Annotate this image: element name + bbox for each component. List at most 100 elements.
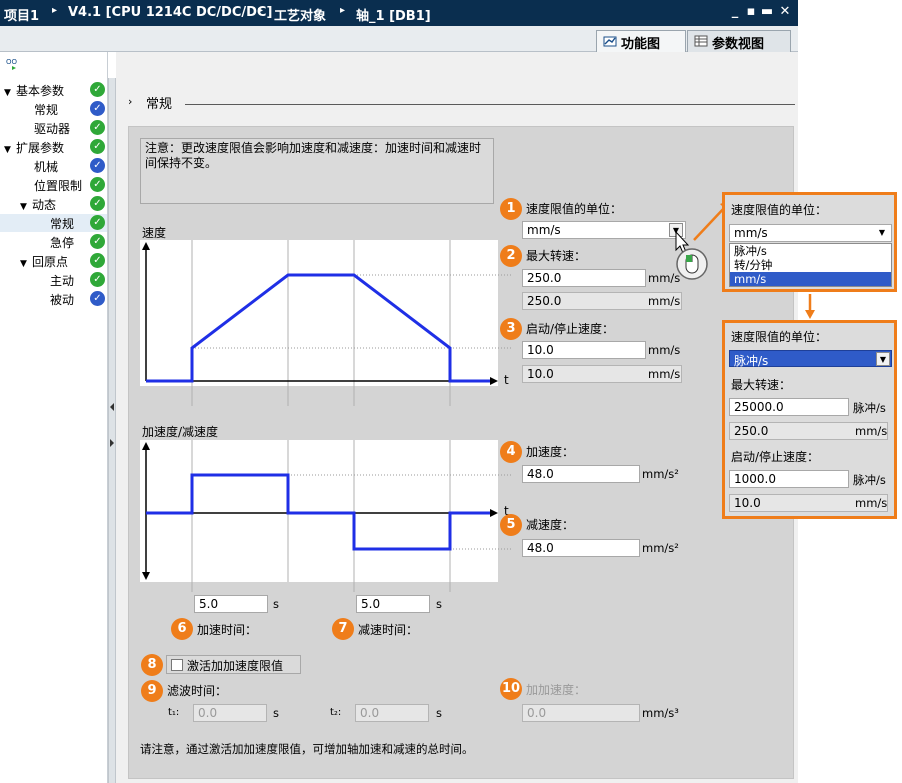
- start-stop-speed-label: 启动/停止速度：: [526, 322, 615, 336]
- badge-6: 6: [171, 618, 193, 640]
- tree-item[interactable]: 被动 ✓: [0, 290, 107, 308]
- tree-item-label: 基本参数: [16, 84, 65, 98]
- close-icon[interactable]: ✕: [778, 4, 792, 20]
- filter-time-label: 滤波时间：: [167, 684, 228, 698]
- deceleration-input[interactable]: 48.0: [522, 539, 640, 557]
- status-check-green-icon: ✓: [90, 177, 105, 192]
- callout1-unit-select[interactable]: mm/s: [729, 224, 892, 242]
- function-view-icon: [603, 36, 617, 47]
- callout2-dropdown-arrow-icon[interactable]: ▼: [876, 352, 890, 366]
- max-speed-input[interactable]: 250.0: [522, 269, 646, 287]
- maximize-icon[interactable]: ▬: [760, 4, 774, 20]
- badge-4: 4: [500, 441, 522, 463]
- status-check-blue-icon: ✓: [90, 158, 105, 173]
- acceleration-input[interactable]: 48.0: [522, 465, 640, 483]
- badge-3: 3: [500, 318, 522, 340]
- badge-1: 1: [500, 198, 522, 220]
- status-check-green-icon: ✓: [90, 272, 105, 287]
- t2-label: t₂:: [330, 707, 342, 718]
- deceleration-time-label: 减速时间：: [358, 623, 419, 637]
- breadcrumb-cpu[interactable]: V4.1 [CPU 1214C DC/DC/DC]: [68, 5, 272, 20]
- jerk-checkbox[interactable]: [171, 659, 183, 671]
- callout2-start-stop-readonly-unit: mm/s: [855, 496, 888, 510]
- callout2-start-stop-label: 启动/停止速度：: [731, 450, 820, 464]
- breadcrumb-separator-icon: ▸: [340, 5, 346, 16]
- tree-item-label: 位置限制: [34, 179, 83, 193]
- t1-unit: s: [273, 706, 279, 720]
- callout2-unit-label: 速度限值的单位：: [731, 330, 828, 344]
- title-bar: 项目1 ▸ V4.1 [CPU 1214C DC/DC/DC] ▸ 工艺对象 ▸…: [0, 0, 798, 26]
- accel-chart-ylabel: 加速度/减速度: [142, 425, 219, 439]
- start-stop-speed-readonly-unit: mm/s: [648, 367, 681, 381]
- breadcrumb-separator-icon: ▸: [52, 5, 58, 16]
- panel-splitter[interactable]: [108, 78, 116, 783]
- tree-item[interactable]: 急停 ✓: [0, 233, 107, 251]
- tree-item-label: 动态: [32, 198, 57, 212]
- status-check-green-icon: ✓: [90, 215, 105, 230]
- max-speed-readonly-value: 250.0: [527, 294, 562, 308]
- unit-select[interactable]: mm/s: [522, 221, 686, 239]
- start-stop-speed-input[interactable]: 10.0: [522, 341, 646, 359]
- section-expand-icon[interactable]: ›: [128, 95, 132, 108]
- speed-profile-chart: [140, 240, 512, 406]
- jerk-checkbox-group[interactable]: 激活加加速度限值: [166, 655, 301, 674]
- tree-item[interactable]: ▼ 基本参数 ✓: [0, 81, 107, 99]
- splitter-arrows-icon[interactable]: [109, 403, 115, 463]
- t1-label: t₁:: [168, 707, 180, 718]
- breadcrumb-axis[interactable]: 轴_1 [DB1]: [356, 5, 431, 24]
- status-check-green-icon: ✓: [90, 139, 105, 154]
- callout1-unit-select-value: mm/s: [734, 226, 768, 240]
- callout2-start-stop-unit: 脉冲/s: [853, 473, 886, 487]
- acceleration-label: 加速度：: [526, 445, 575, 459]
- unit-option[interactable]: 转/分钟: [730, 258, 891, 272]
- badge-10: 10: [500, 678, 522, 700]
- jerk-checkbox-label: 激活加加速度限值: [187, 659, 284, 673]
- speed-chart-ylabel: 速度: [142, 226, 167, 240]
- tree-toolbar-icon[interactable]: OO: [6, 56, 22, 72]
- callout2-max-speed-readonly-value: 250.0: [734, 424, 769, 438]
- acceleration-time-input[interactable]: 5.0: [194, 595, 268, 613]
- tree-item[interactable]: ▼ 动态 ✓: [0, 195, 107, 213]
- callout2-max-speed-input[interactable]: 25000.0: [729, 398, 849, 416]
- tree-item-label: 回原点: [32, 255, 69, 269]
- callout2-unit-select[interactable]: 脉冲/s: [729, 350, 892, 368]
- tree-item-label: 机械: [34, 160, 59, 174]
- callout1-dropdown-arrow-icon[interactable]: ▼: [875, 226, 889, 240]
- footer-note: 请注意，通过激活加加速度限值，可增加轴加速和减速的总时间。: [140, 742, 474, 756]
- status-check-blue-icon: ✓: [90, 291, 105, 306]
- tree-item-label: 常规: [50, 217, 75, 231]
- tree-expand-icon[interactable]: ▼: [4, 88, 16, 98]
- breadcrumb-project[interactable]: 项目1: [4, 5, 39, 24]
- t2-unit: s: [436, 706, 442, 720]
- speed-chart-xlabel: t: [504, 373, 509, 387]
- tree-expand-icon[interactable]: ▼: [20, 202, 32, 212]
- unit-label: 速度限值的单位：: [526, 202, 623, 216]
- tab-function-view[interactable]: 功能图: [596, 30, 686, 52]
- tree-item[interactable]: 机械 ✓: [0, 157, 107, 175]
- acceleration-unit: mm/s²: [642, 467, 679, 481]
- unit-dropdown-callout: 速度限值的单位： mm/s ▼ 脉冲/s 转/分钟 mm/s: [722, 192, 897, 292]
- status-check-green-icon: ✓: [90, 234, 105, 249]
- acceleration-time-label: 加速时间：: [197, 623, 258, 637]
- deceleration-time-input[interactable]: 5.0: [356, 595, 430, 613]
- float-icon[interactable]: ▪: [744, 4, 758, 20]
- tree-item[interactable]: ▼ 扩展参数 ✓: [0, 138, 107, 156]
- tree-item[interactable]: ▼ 回原点 ✓: [0, 252, 107, 270]
- tree-item[interactable]: 常规 ✓: [0, 100, 107, 118]
- tree-item[interactable]: 常规 ✓: [0, 214, 107, 232]
- minimize-icon[interactable]: _: [728, 4, 742, 20]
- status-check-blue-icon: ✓: [90, 101, 105, 116]
- unit-option-selected[interactable]: mm/s: [730, 272, 891, 286]
- tree-expand-icon[interactable]: ▼: [4, 145, 16, 155]
- callout1-unit-options: 脉冲/s 转/分钟 mm/s: [729, 243, 892, 287]
- tree-item[interactable]: 驱动器 ✓: [0, 119, 107, 137]
- callout2-start-stop-input[interactable]: 1000.0: [729, 470, 849, 488]
- tab-parameter-view[interactable]: 参数视图: [687, 30, 791, 52]
- unit-option[interactable]: 脉冲/s: [730, 244, 891, 258]
- tree-expand-icon[interactable]: ▼: [20, 259, 32, 269]
- breadcrumb-technology-objects[interactable]: 工艺对象: [274, 5, 326, 24]
- tab-parameter-view-label: 参数视图: [712, 37, 765, 52]
- tree-item[interactable]: 位置限制 ✓: [0, 176, 107, 194]
- tree-item[interactable]: 主动 ✓: [0, 271, 107, 289]
- deceleration-time-unit: s: [436, 597, 442, 611]
